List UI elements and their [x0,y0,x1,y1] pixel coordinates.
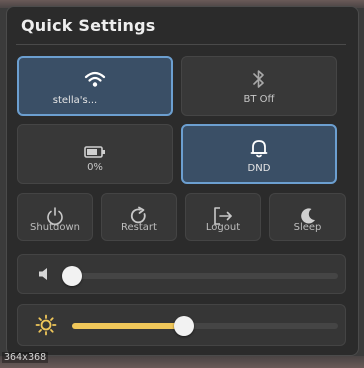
wifi-icon [84,70,106,92]
logout-button[interactable]: Logout [185,193,261,241]
bluetooth-toggle[interactable]: BT Off [181,56,337,116]
wifi-toggle-label: stella's... [52,95,98,106]
brightness-slider-handle[interactable] [173,316,194,336]
battery-toggle-label: 0% [87,162,103,173]
desktop-background-bottom [0,356,364,368]
shutdown-label: Shutdown [30,222,80,233]
restart-button[interactable]: Restart [101,193,177,241]
bluetooth-toggle-label: BT Off [243,94,275,105]
wifi-toggle[interactable]: stella's... [17,56,173,116]
brightness-slider-row [17,304,346,346]
logout-label: Logout [205,222,241,233]
volume-slider-handle[interactable] [62,266,82,286]
battery-toggle[interactable]: 0% [17,124,173,184]
shutdown-button[interactable]: Shutdown [17,193,93,241]
dnd-toggle-label: DND [247,163,271,174]
bell-icon [249,138,269,162]
screenshot-size-label: 364x368 [2,352,49,363]
volume-slider-track[interactable] [62,266,338,286]
volume-slider-row [17,254,346,294]
brightness-slider-track[interactable] [72,316,338,336]
panel-title: Quick Settings [21,16,156,35]
bluetooth-icon [252,69,266,93]
brightness-slider-fill [72,323,184,329]
title-divider [16,44,346,45]
restart-label: Restart [121,222,157,233]
speaker-icon[interactable] [38,266,52,286]
battery-icon [84,143,106,162]
dnd-toggle[interactable]: DND [181,124,337,184]
sleep-button[interactable]: Sleep [269,193,346,241]
sun-icon[interactable] [35,314,57,340]
sleep-label: Sleep [293,222,322,233]
